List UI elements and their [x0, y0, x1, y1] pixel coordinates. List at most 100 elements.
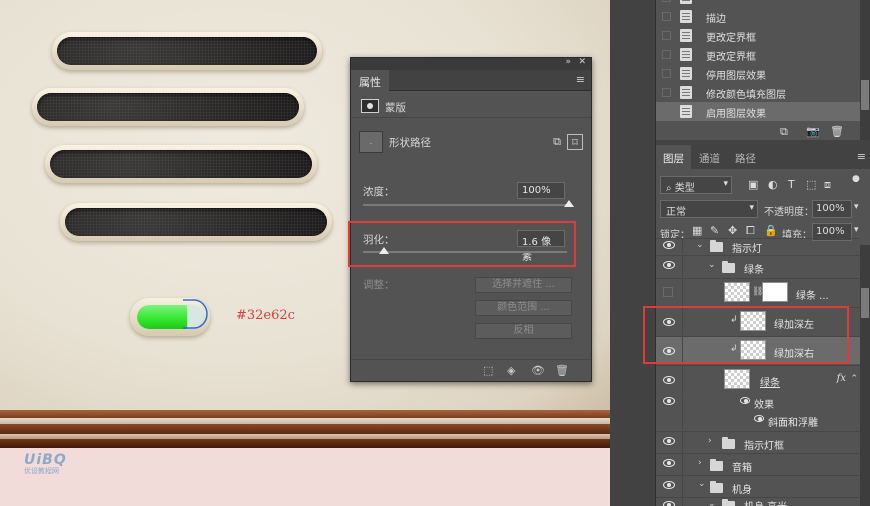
chevron-down-icon[interactable]: ⌄: [696, 240, 704, 250]
load-selection-icon[interactable]: ⬚: [483, 364, 493, 377]
history-item[interactable]: 停用图层效果: [656, 64, 860, 83]
layer-row[interactable]: › 音箱: [656, 453, 860, 475]
chevron-down-icon[interactable]: ⌄: [708, 260, 716, 270]
layer-row[interactable]: ⌄ 机身 高光: [656, 497, 860, 506]
layer-row[interactable]: 斜面和浮雕: [656, 412, 860, 430]
blend-mode-dropdown[interactable]: 正常 ▾: [660, 200, 758, 218]
wood-trim-3: [0, 424, 610, 434]
eye-icon[interactable]: [663, 501, 675, 506]
filter-kind-dropdown[interactable]: ⌕ 类型 ▾: [660, 176, 732, 194]
history-item[interactable]: 修改颜色填充图层: [656, 83, 860, 102]
fill-chevron-down-icon[interactable]: ▾: [854, 225, 859, 235]
history-item[interactable]: [656, 0, 860, 7]
density-slider-handle[interactable]: [564, 200, 574, 207]
history-item[interactable]: 描边: [656, 7, 860, 26]
layer-effects-icon[interactable]: fx: [837, 373, 846, 384]
opacity-field[interactable]: 100%: [812, 200, 852, 218]
path-selection-outline: [183, 299, 208, 329]
color-range-button[interactable]: 颜色范围 ...: [475, 300, 572, 316]
tab-channels[interactable]: 通道: [692, 145, 727, 169]
wood-trim-1: [0, 410, 610, 418]
layers-highlight-box: [643, 306, 849, 364]
feather-field[interactable]: 1.6 像素: [517, 230, 565, 263]
speaker-grille-2: [32, 88, 304, 126]
history-scrollbar[interactable]: [860, 0, 870, 140]
folder-icon: [722, 499, 735, 506]
layer-row[interactable]: › 指示灯框: [656, 431, 860, 453]
eye-icon[interactable]: [663, 459, 675, 467]
new-document-from-state-icon[interactable]: ⧉: [780, 125, 788, 139]
layers-scrollbar[interactable]: [860, 245, 870, 506]
density-slider-track[interactable]: [363, 204, 567, 206]
filter-shape-icon[interactable]: ⬚: [806, 178, 816, 191]
lock-transparent-icon[interactable]: ▦: [692, 224, 702, 237]
filter-toggle-icon[interactable]: ●: [852, 174, 860, 184]
snapshot-camera-icon[interactable]: 📷: [806, 125, 820, 138]
layer-thumbnail: [724, 369, 750, 389]
document-icon: [680, 67, 692, 80]
lock-position-icon[interactable]: ✥: [728, 224, 737, 237]
feather-slider-handle[interactable]: [378, 247, 389, 254]
collapse-icon[interactable]: »: [565, 57, 571, 67]
watermark-logo: UiBQ 优设教程网: [24, 452, 67, 475]
feather-slider-track[interactable]: [363, 251, 567, 253]
color-hex-annotation: #32e62c: [236, 308, 295, 323]
invert-button[interactable]: 反相: [475, 323, 572, 339]
shape-path-thumbnail[interactable]: .: [359, 131, 383, 153]
layer-row[interactable]: ⌄ 绿条: [656, 255, 860, 277]
add-vector-mask-icon[interactable]: ⌑: [567, 134, 583, 150]
eye-icon[interactable]: [663, 376, 675, 384]
eye-icon[interactable]: [663, 241, 675, 249]
lock-image-icon[interactable]: ✎: [710, 224, 719, 237]
select-and-mask-button[interactable]: 选择并遮住 ...: [475, 277, 572, 293]
filter-pixel-icon[interactable]: ▣: [748, 178, 758, 191]
layer-row[interactable]: ⛓ 绿条 ...: [656, 278, 860, 306]
close-icon[interactable]: ✕: [578, 57, 586, 67]
apply-mask-icon[interactable]: ◈: [507, 364, 515, 377]
history-item[interactable]: 更改定界框: [656, 45, 860, 64]
chevron-right-icon[interactable]: ›: [708, 436, 712, 446]
document-icon: [680, 29, 692, 42]
filter-type-icon[interactable]: T: [788, 178, 795, 191]
tab-layers[interactable]: 图层: [656, 145, 691, 169]
document-icon: [680, 0, 692, 4]
layers-panel: 图层 通道 路径 ≡ ⌕ 类型 ▾ ▣ ◐ T ⬚ ⧈ ● 正常 ▾ 不透明度： 1…: [643, 145, 870, 506]
speaker-grille-4: [60, 203, 332, 241]
properties-panel: » ✕ 属性 ≡ 蒙版 . 形状路径 ⧉ ⌑ 浓度： 100% 羽化： 1.6 …: [348, 57, 592, 382]
toggle-mask-visibility-icon[interactable]: 👁: [531, 364, 545, 377]
delete-mask-icon[interactable]: 🗑: [555, 364, 569, 377]
density-field[interactable]: 100%: [517, 182, 565, 199]
add-pixel-mask-icon[interactable]: ⧉: [549, 134, 565, 150]
layer-row[interactable]: 效果: [656, 394, 860, 412]
folder-icon: [710, 240, 723, 252]
layers-menu-icon[interactable]: ≡: [857, 150, 866, 163]
panel-menu-icon[interactable]: ≡: [576, 73, 585, 86]
layer-row[interactable]: ⌄ 指示灯: [656, 238, 860, 255]
tab-paths[interactable]: 路径: [728, 145, 763, 169]
panel-titlebar[interactable]: » ✕: [351, 57, 591, 70]
filter-smart-object-icon[interactable]: ⧈: [824, 178, 831, 192]
layer-row[interactable]: 绿条 fx ⌃: [656, 365, 860, 393]
visibility-toggle-off[interactable]: [663, 287, 673, 297]
eye-icon[interactable]: [663, 481, 675, 489]
history-item[interactable]: 更改定界框: [656, 26, 860, 45]
chevron-right-icon[interactable]: ›: [698, 458, 702, 468]
lock-all-icon[interactable]: 🔒: [764, 224, 778, 237]
layer-row[interactable]: ⌄ 机身: [656, 475, 860, 497]
mask-thumbnail[interactable]: [762, 282, 788, 302]
lock-artboard-icon[interactable]: ⧠: [746, 224, 755, 238]
history-item-selected[interactable]: 启用图层效果: [656, 102, 860, 121]
effect-eye-icon[interactable]: [740, 397, 750, 404]
mask-section-label: 蒙版: [385, 102, 406, 114]
opacity-chevron-down-icon[interactable]: ▾: [854, 202, 859, 212]
eye-icon[interactable]: [663, 261, 675, 269]
eye-icon[interactable]: [663, 397, 675, 405]
tab-properties[interactable]: 属性: [351, 70, 389, 91]
chevron-down-icon[interactable]: ⌄: [698, 479, 706, 489]
delete-state-icon[interactable]: 🗑: [830, 125, 844, 138]
chevron-up-icon[interactable]: ⌃: [850, 374, 858, 384]
chevron-down-icon[interactable]: ⌄: [708, 499, 716, 506]
eye-icon[interactable]: [663, 437, 675, 445]
effect-eye-icon[interactable]: [754, 415, 764, 422]
filter-adjustment-icon[interactable]: ◐: [768, 178, 778, 191]
